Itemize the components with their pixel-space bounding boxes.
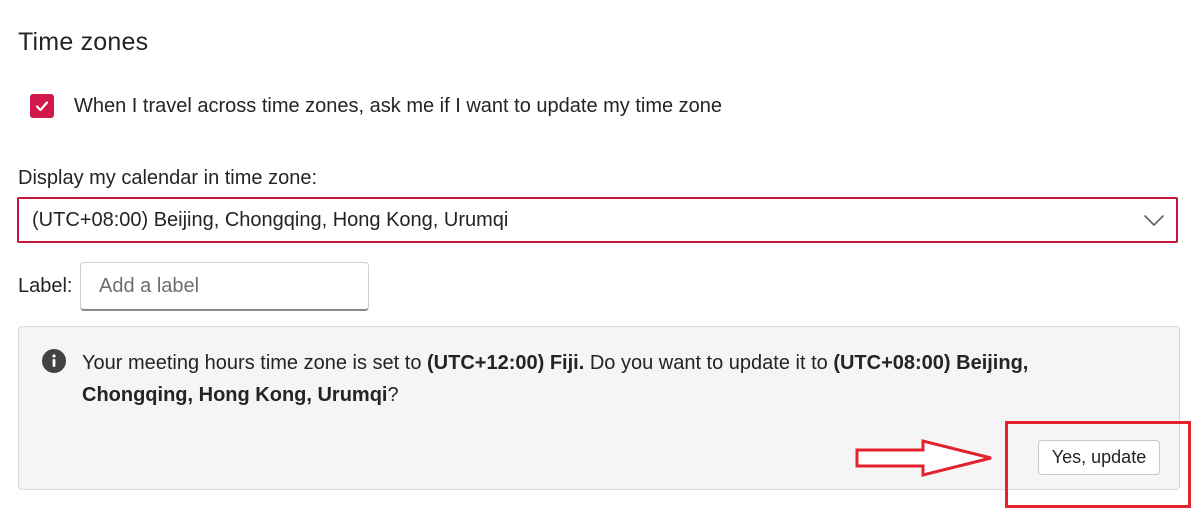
label-input[interactable] — [80, 262, 369, 311]
section-title: Time zones — [18, 28, 149, 56]
travel-prompt-label: When I travel across time zones, ask me … — [74, 94, 723, 117]
annotation-highlight-box — [1005, 421, 1191, 508]
info-text-before: Your meeting hours time zone is set to — [82, 352, 427, 374]
info-banner-message: Your meeting hours time zone is set to (… — [82, 347, 1142, 411]
checkmark-icon — [35, 101, 49, 112]
current-timezone: (UTC+12:00) Fiji. — [427, 352, 585, 374]
info-text-middle: Do you want to update it to — [584, 352, 834, 374]
calendar-timezone-label: Display my calendar in time zone: — [18, 167, 318, 189]
info-icon — [42, 349, 66, 373]
label-field-label: Label: — [18, 275, 73, 297]
calendar-timezone-value: (UTC+08:00) Beijing, Chongqing, Hong Kon… — [32, 208, 509, 231]
travel-prompt-option[interactable]: When I travel across time zones, ask me … — [30, 92, 722, 120]
chevron-down-icon — [1144, 215, 1164, 226]
arrow-right-icon — [855, 439, 992, 477]
calendar-timezone-dropdown[interactable]: (UTC+08:00) Beijing, Chongqing, Hong Kon… — [17, 197, 1178, 243]
travel-prompt-checkbox[interactable] — [30, 94, 54, 118]
info-text-after: ? — [387, 384, 399, 406]
